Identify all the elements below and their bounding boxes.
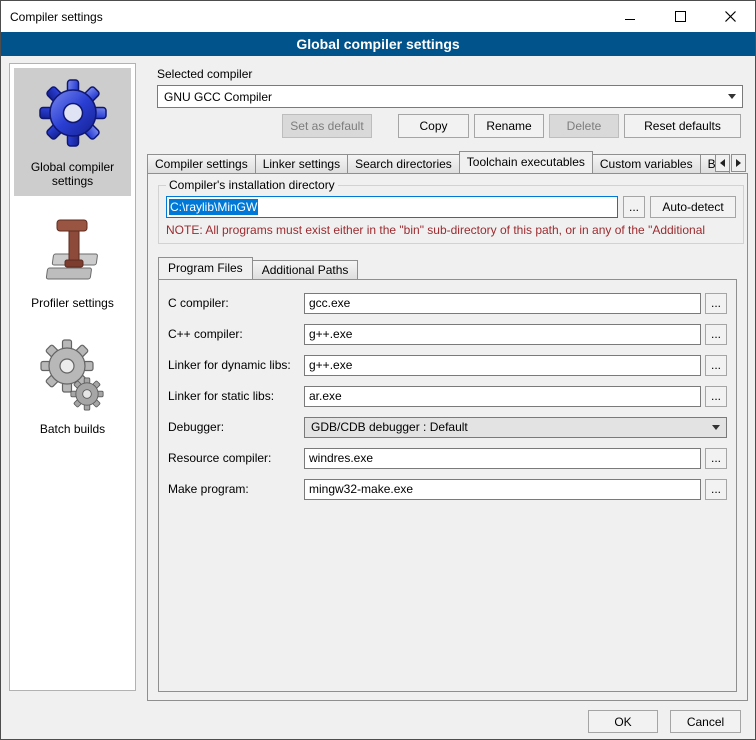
cancel-button[interactable]: Cancel	[670, 710, 741, 733]
page-title: Global compiler settings	[1, 32, 755, 56]
tab-scroll-right-button[interactable]	[731, 154, 746, 172]
arrow-right-icon	[736, 159, 741, 167]
program-subtabbar: Program Files Additional Paths	[158, 257, 357, 279]
tab-compiler-settings[interactable]: Compiler settings	[147, 154, 256, 173]
chevron-down-icon	[723, 87, 741, 106]
tab-search-directories[interactable]: Search directories	[347, 154, 460, 173]
close-button[interactable]	[705, 1, 755, 32]
tab-custom-variables[interactable]: Custom variables	[592, 154, 701, 173]
arrow-left-icon	[720, 159, 725, 167]
make-program-browse-button[interactable]: ...	[705, 479, 727, 500]
form-row-resource-compiler: Resource compiler: ...	[168, 447, 727, 469]
tab-linker-settings[interactable]: Linker settings	[255, 154, 348, 173]
compiler-actions: Set as default Copy Rename Delete Reset …	[157, 114, 743, 138]
close-icon	[725, 11, 736, 22]
form-row-cpp-compiler: C++ compiler: ...	[168, 323, 727, 345]
install-dir-selected-text: C:\raylib\MinGW	[169, 199, 258, 215]
c-compiler-browse-button[interactable]: ...	[705, 293, 727, 314]
c-compiler-input[interactable]	[304, 293, 701, 314]
sidebar-item-label: Global compiler settings	[16, 160, 129, 188]
sidebar-item-label: Profiler settings	[16, 296, 129, 310]
form-row-make-program: Make program: ...	[168, 478, 727, 500]
maximize-icon	[675, 11, 686, 22]
installation-directory-group: Compiler's installation directory C:\ray…	[158, 178, 744, 244]
cpp-compiler-browse-button[interactable]: ...	[705, 324, 727, 345]
titlebar: Compiler settings	[1, 1, 755, 32]
minimize-icon	[625, 11, 636, 22]
tab-scroll-left-button[interactable]	[715, 154, 730, 172]
delete-button: Delete	[549, 114, 619, 138]
form-row-debugger: Debugger: GDB/CDB debugger : Default	[168, 416, 727, 438]
make-program-label: Make program:	[168, 482, 304, 496]
selected-compiler-label: Selected compiler	[157, 67, 252, 81]
static-linker-input[interactable]	[304, 386, 701, 407]
copy-button[interactable]: Copy	[398, 114, 469, 138]
resource-compiler-label: Resource compiler:	[168, 451, 304, 465]
profiler-tool-icon	[41, 216, 105, 288]
form-row-c-compiler: C compiler: ...	[168, 292, 727, 314]
install-dir-browse-button[interactable]: ...	[623, 196, 645, 218]
tab-toolchain-executables[interactable]: Toolchain executables	[459, 151, 593, 173]
dynamic-linker-browse-button[interactable]: ...	[705, 355, 727, 376]
window-controls	[605, 1, 755, 32]
gray-gears-icon	[37, 338, 109, 414]
installation-directory-label: Compiler's installation directory	[166, 178, 338, 192]
cpp-compiler-input[interactable]	[304, 324, 701, 345]
dynamic-linker-input[interactable]	[304, 355, 701, 376]
make-program-input[interactable]	[304, 479, 701, 500]
sidebar-item-batch-builds[interactable]: Batch builds	[14, 332, 131, 444]
sidebar: Global compiler settings Profiler settin…	[9, 63, 136, 691]
program-files-panel: C compiler: ... C++ compiler: ... Linker…	[158, 279, 737, 692]
form-row-static-linker: Linker for static libs: ...	[168, 385, 727, 407]
minimize-button[interactable]	[605, 1, 655, 32]
static-linker-browse-button[interactable]: ...	[705, 386, 727, 407]
chevron-down-icon	[707, 419, 725, 436]
debugger-select-value: GDB/CDB debugger : Default	[311, 420, 468, 434]
debugger-label: Debugger:	[168, 420, 304, 434]
reset-defaults-button[interactable]: Reset defaults	[624, 114, 741, 138]
c-compiler-label: C compiler:	[168, 296, 304, 310]
dynamic-linker-label: Linker for dynamic libs:	[168, 358, 304, 372]
subtab-additional-paths[interactable]: Additional Paths	[252, 260, 359, 279]
autodetect-button[interactable]: Auto-detect	[650, 196, 736, 218]
install-dir-note: NOTE: All programs must exist either in …	[166, 223, 736, 237]
installation-directory-row: C:\raylib\MinGW ... Auto-detect	[166, 196, 736, 218]
ok-button[interactable]: OK	[588, 710, 658, 733]
resource-compiler-browse-button[interactable]: ...	[705, 448, 727, 469]
toolchain-executables-panel: Compiler's installation directory C:\ray…	[147, 173, 748, 701]
debugger-select[interactable]: GDB/CDB debugger : Default	[304, 417, 727, 438]
blue-gear-icon	[35, 74, 111, 152]
main-panel: Selected compiler GNU GCC Compiler Set a…	[146, 63, 749, 708]
tab-scroll-arrows	[715, 154, 746, 172]
resource-compiler-input[interactable]	[304, 448, 701, 469]
compiler-settings-window: Compiler settings Global compiler settin…	[0, 0, 756, 740]
window-title: Compiler settings	[1, 10, 605, 24]
set-as-default-button: Set as default	[282, 114, 372, 138]
subtab-program-files[interactable]: Program Files	[158, 257, 253, 279]
sidebar-item-global-compiler-settings[interactable]: Global compiler settings	[14, 68, 131, 196]
compiler-select[interactable]: GNU GCC Compiler	[157, 85, 743, 108]
install-dir-input[interactable]: C:\raylib\MinGW	[166, 196, 618, 218]
sidebar-item-label: Batch builds	[16, 422, 129, 436]
dialog-footer: OK Cancel	[1, 706, 756, 739]
static-linker-label: Linker for static libs:	[168, 389, 304, 403]
cpp-compiler-label: C++ compiler:	[168, 327, 304, 341]
compiler-select-value: GNU GCC Compiler	[164, 90, 272, 104]
rename-button[interactable]: Rename	[474, 114, 544, 138]
sidebar-item-profiler-settings[interactable]: Profiler settings	[14, 210, 131, 318]
form-row-dynamic-linker: Linker for dynamic libs: ...	[168, 354, 727, 376]
settings-tabbar: Compiler settings Linker settings Search…	[147, 151, 748, 173]
maximize-button[interactable]	[655, 1, 705, 32]
